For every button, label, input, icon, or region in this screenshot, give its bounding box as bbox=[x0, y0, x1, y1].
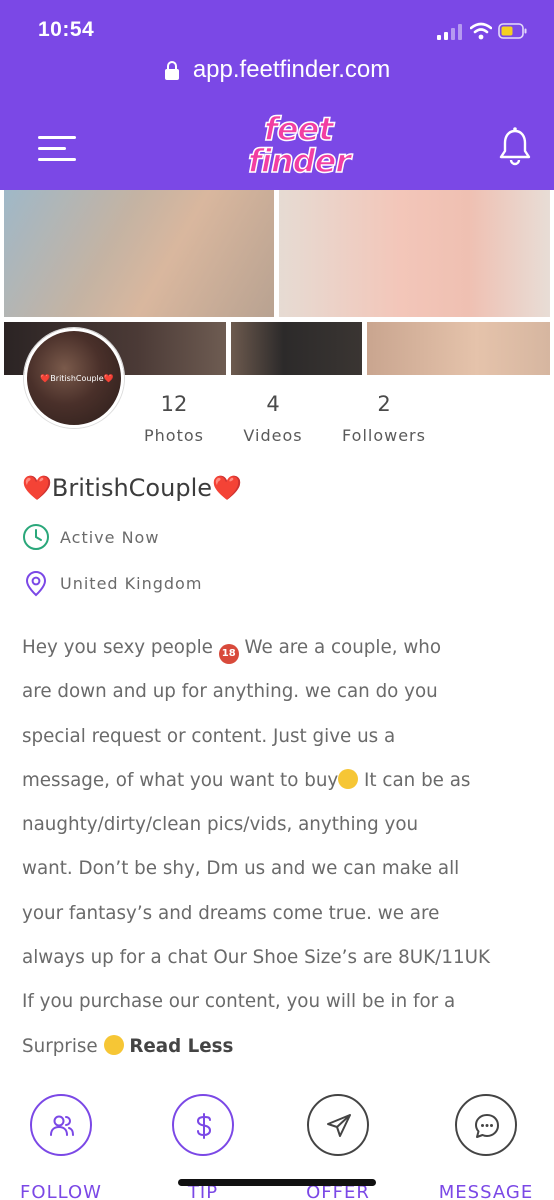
stat-videos-label: Videos bbox=[243, 426, 303, 445]
bio-text: Hey you sexy people bbox=[22, 637, 219, 658]
message-button[interactable]: MESSAGE bbox=[436, 1094, 536, 1200]
address-bar[interactable]: app.feetfinder.com bbox=[0, 56, 554, 96]
bio-text: Surprise bbox=[22, 1035, 104, 1057]
stat-videos-count: 4 bbox=[266, 392, 280, 416]
stat-followers-count: 2 bbox=[377, 392, 391, 416]
bio-text: If you purchase our content, you will be… bbox=[22, 991, 456, 1013]
message-label: MESSAGE bbox=[438, 1182, 534, 1200]
bio-text: It can be as bbox=[358, 769, 471, 791]
bio-text: always up for a chat Our Shoe Size’s are… bbox=[22, 947, 490, 969]
gallery-photo[interactable] bbox=[279, 190, 550, 317]
stat-followers-label: Followers bbox=[342, 426, 426, 445]
over-18-emoji-icon: 18 bbox=[218, 644, 239, 664]
location-pin-icon bbox=[25, 570, 47, 597]
follow-label: FOLLOW bbox=[20, 1182, 102, 1200]
status-time: 10:54 bbox=[38, 18, 95, 41]
stat-photos-count: 12 bbox=[160, 392, 188, 416]
bio-text: want. Don’t be shy, Dm us and we can mak… bbox=[22, 858, 460, 880]
bio-text: are down and up for anything. we can do … bbox=[22, 681, 438, 703]
active-status-text: Active Now bbox=[60, 528, 160, 547]
lock-icon bbox=[164, 61, 179, 80]
avatar-watermark: ❤️BritishCouple❤️ bbox=[40, 374, 114, 383]
profile-bio: Hey you sexy people 18 We are a couple, … bbox=[22, 626, 537, 1069]
stat-photos[interactable]: 12 Photos bbox=[130, 392, 218, 462]
cell-signal-icon bbox=[437, 24, 462, 40]
read-less-link[interactable]: Read Less bbox=[129, 1036, 233, 1057]
top-bar: 10:54 app.feetfinder.com feet finder bbox=[0, 0, 554, 190]
logo-text-finder: finder bbox=[247, 141, 352, 181]
app-header: feet finder bbox=[0, 100, 554, 190]
bio-text: message, of what you want to buy bbox=[22, 769, 339, 791]
status-bar: 10:54 bbox=[0, 0, 554, 56]
chat-icon bbox=[455, 1094, 517, 1156]
profile-name: ❤️BritishCouple❤️ bbox=[22, 474, 242, 502]
battery-icon bbox=[498, 23, 527, 39]
clock-icon bbox=[23, 524, 49, 550]
avatar[interactable]: ❤️BritishCouple❤️ bbox=[24, 328, 124, 428]
stat-photos-label: Photos bbox=[144, 426, 204, 445]
yum-emoji-icon bbox=[103, 1034, 124, 1055]
bio-text: naughty/dirty/clean pics/vids, anything … bbox=[22, 814, 419, 836]
gallery-photo[interactable] bbox=[4, 190, 274, 317]
send-icon bbox=[307, 1094, 369, 1156]
url-text: app.feetfinder.com bbox=[192, 56, 391, 83]
follow-button[interactable]: FOLLOW bbox=[11, 1094, 111, 1200]
bell-icon[interactable] bbox=[498, 126, 532, 166]
stat-videos[interactable]: 4 Videos bbox=[232, 392, 314, 462]
wifi-icon bbox=[470, 22, 492, 40]
bio-text: We are a couple, who bbox=[238, 637, 442, 658]
home-indicator[interactable] bbox=[178, 1179, 376, 1186]
hamburger-icon[interactable] bbox=[38, 136, 78, 162]
feetfinder-logo[interactable]: feet finder bbox=[246, 109, 362, 182]
gallery-photo[interactable] bbox=[367, 322, 550, 375]
stat-followers[interactable]: 2 Followers bbox=[334, 392, 434, 462]
gallery-photo[interactable] bbox=[231, 322, 362, 375]
bio-text: your fantasy’s and dreams come true. we … bbox=[22, 902, 440, 924]
dollar-icon bbox=[172, 1094, 234, 1156]
winking-tongue-emoji-icon bbox=[338, 768, 359, 789]
location-text: United Kingdom bbox=[60, 574, 203, 593]
follow-icon bbox=[30, 1094, 92, 1156]
bio-text: special request or content. Just give us… bbox=[22, 725, 396, 747]
